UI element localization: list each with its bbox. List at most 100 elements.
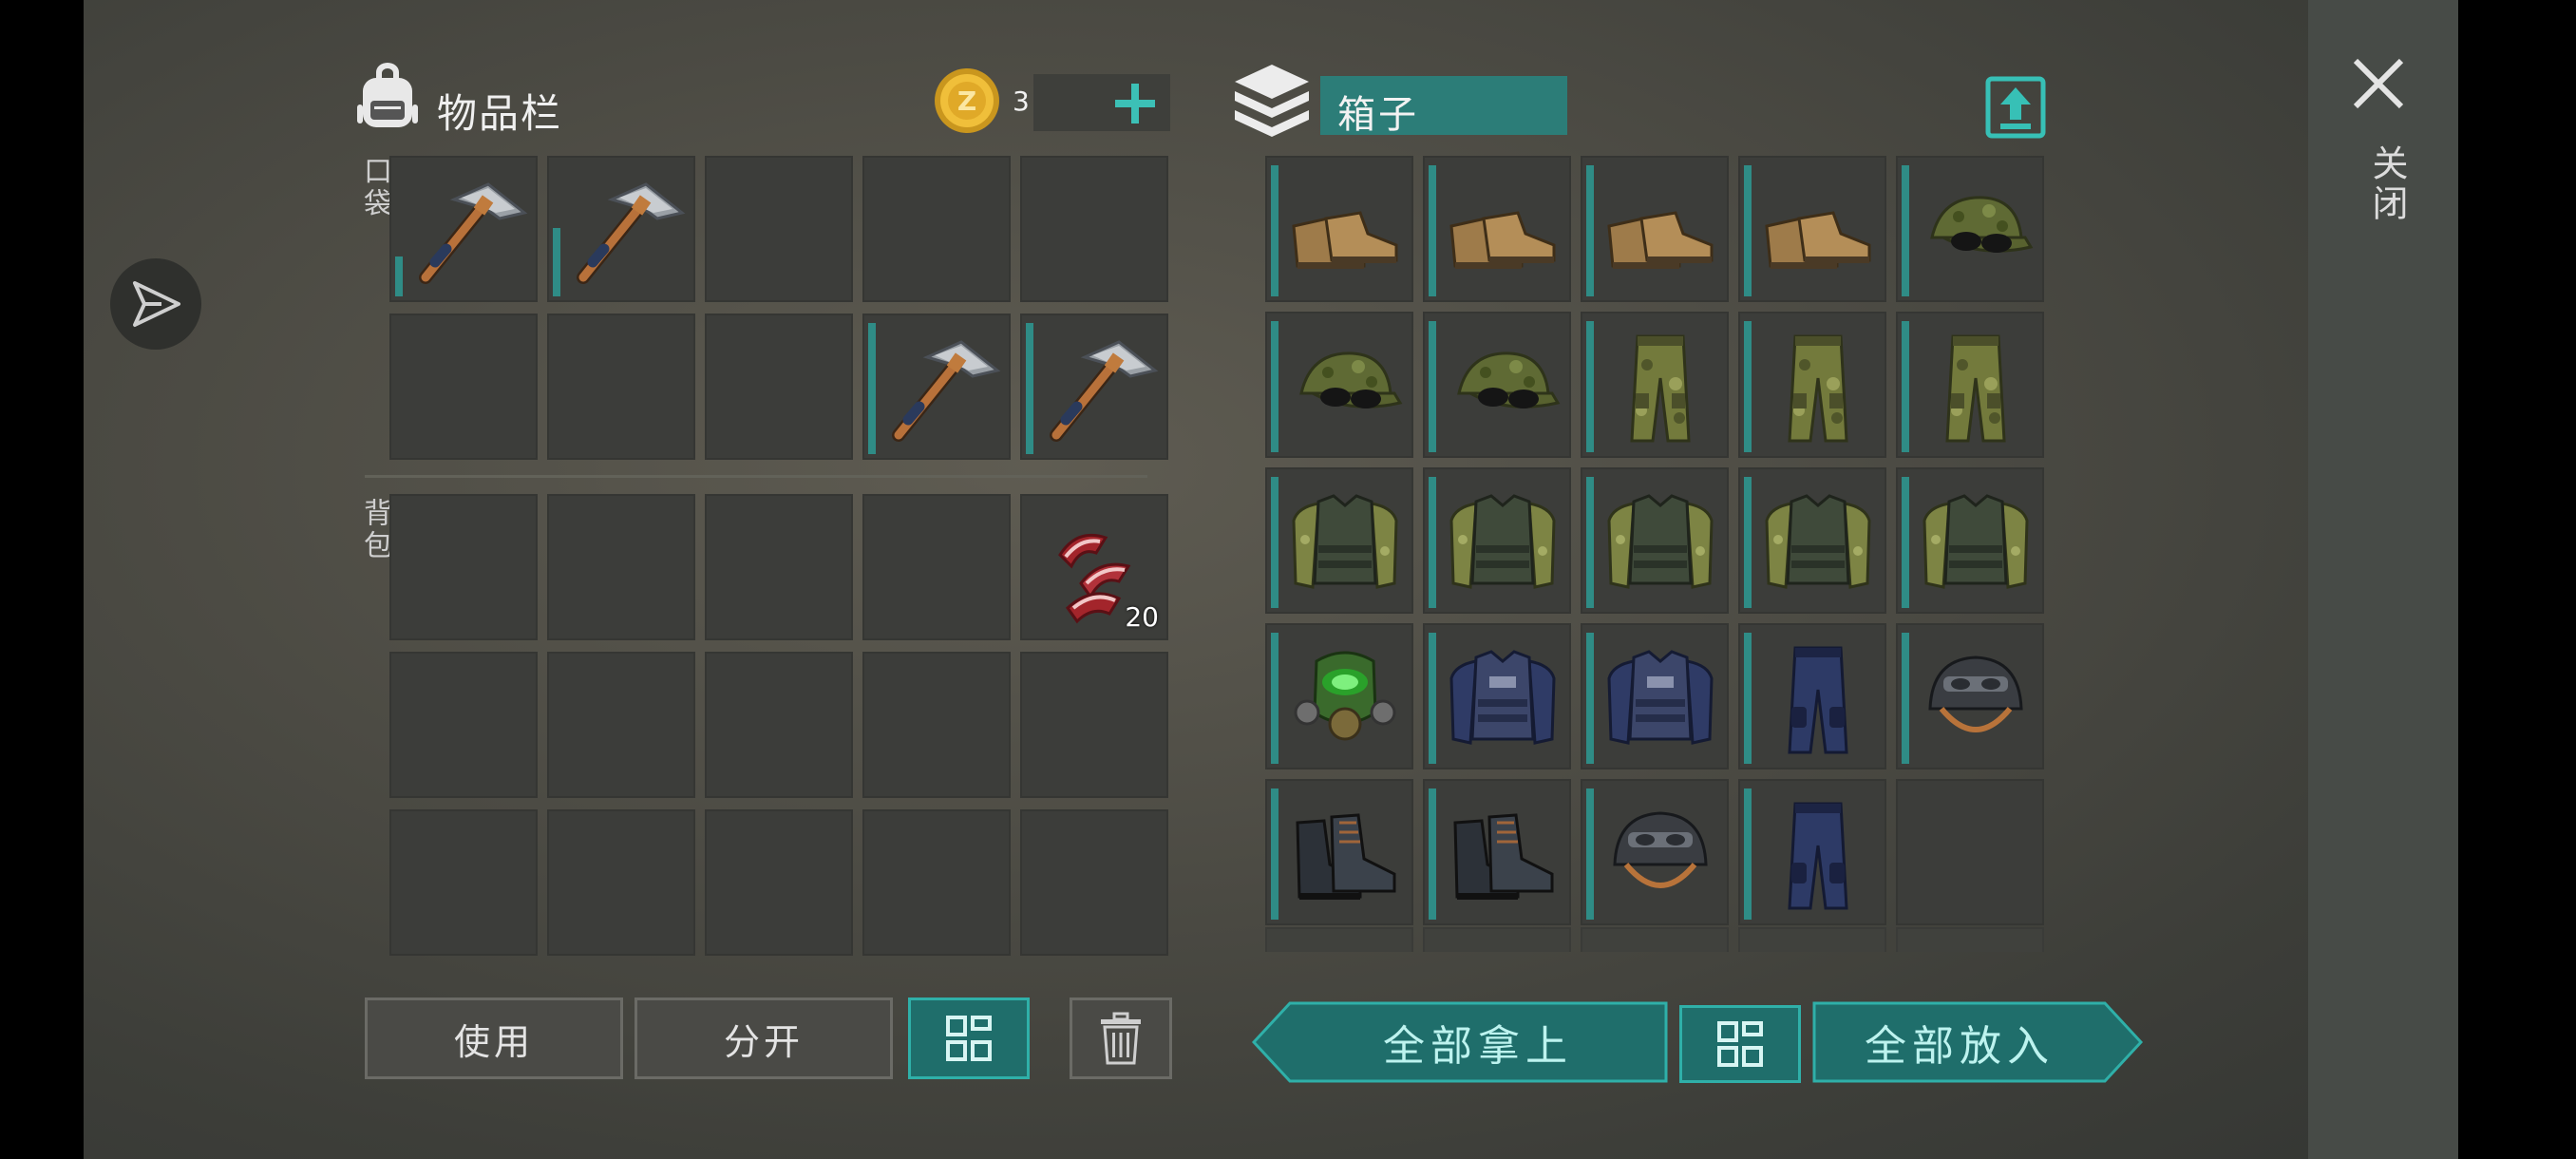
durability-bar xyxy=(1586,321,1594,452)
box-slot[interactable] xyxy=(1896,467,2044,614)
backpack-slot[interactable] xyxy=(389,652,538,798)
close-icon[interactable] xyxy=(2350,55,2407,112)
add-coins-button[interactable] xyxy=(1111,80,1159,127)
pocket-slot[interactable] xyxy=(1020,156,1168,302)
durability-bar xyxy=(868,323,876,454)
box-title: 箱子 xyxy=(1337,93,1419,137)
box-slot[interactable] xyxy=(1265,312,1413,458)
navigate-button[interactable] xyxy=(110,258,201,350)
durability-bar xyxy=(1429,633,1436,764)
backpack-slot[interactable] xyxy=(389,809,538,956)
box-slot[interactable] xyxy=(1738,312,1886,458)
sort-inventory-button[interactable] xyxy=(908,998,1030,1079)
grid-sort-icon xyxy=(946,1016,992,1061)
box-slot[interactable] xyxy=(1896,156,2044,302)
durability-bar xyxy=(1429,165,1436,296)
pocket-slot[interactable] xyxy=(705,314,853,460)
durability-bar xyxy=(553,228,560,296)
pocket-slot[interactable] xyxy=(705,156,853,302)
box-slot[interactable] xyxy=(1581,623,1729,770)
box-slot[interactable] xyxy=(1423,156,1571,302)
durability-bar xyxy=(1902,321,1909,452)
backpack-slot[interactable] xyxy=(547,809,695,956)
box-slot[interactable] xyxy=(1738,156,1886,302)
durability-bar xyxy=(1902,633,1909,764)
grid-sort-icon xyxy=(1717,1021,1763,1067)
box-slot[interactable] xyxy=(1423,467,1571,614)
box-slot[interactable] xyxy=(1896,623,2044,770)
durability-bar xyxy=(1586,477,1594,608)
durability-bar xyxy=(1586,633,1594,764)
durability-bar xyxy=(1271,321,1279,452)
durability-bar xyxy=(1744,633,1752,764)
box-title-bar: 箱子 xyxy=(1320,76,1567,137)
box-slot[interactable] xyxy=(1738,779,1886,925)
box-slot[interactable] xyxy=(1581,312,1729,458)
durability-bar xyxy=(1744,321,1752,452)
backpack-slot[interactable] xyxy=(862,809,1011,956)
backpack-slot[interactable]: 20 xyxy=(1020,494,1168,640)
box-icon xyxy=(1235,65,1309,137)
put-all-label: 全部放入 xyxy=(1865,1022,2055,1071)
durability-bar xyxy=(1744,165,1752,296)
box-slot[interactable] xyxy=(1738,623,1886,770)
backpack-slot[interactable] xyxy=(1020,652,1168,798)
box-slot[interactable] xyxy=(1581,467,1729,614)
backpack-slot[interactable] xyxy=(862,494,1011,640)
backpack-slot[interactable] xyxy=(705,809,853,956)
durability-bar xyxy=(1026,323,1033,454)
box-slot[interactable] xyxy=(1581,779,1729,925)
durability-bar xyxy=(1429,321,1436,452)
close-panel: 关闭 xyxy=(2308,0,2458,1159)
durability-bar xyxy=(1429,788,1436,920)
box-slot[interactable] xyxy=(1896,779,2044,925)
backpack-slot[interactable] xyxy=(1020,809,1168,956)
box-slot[interactable] xyxy=(1265,623,1413,770)
delete-button[interactable] xyxy=(1070,998,1172,1079)
pocket-slot[interactable] xyxy=(547,314,695,460)
send-arrow-icon xyxy=(133,281,180,327)
pocket-slot[interactable] xyxy=(862,314,1011,460)
box-slot[interactable] xyxy=(1265,156,1413,302)
durability-bar xyxy=(1744,477,1752,608)
box-slot[interactable] xyxy=(1423,779,1571,925)
use-button[interactable]: 使用 xyxy=(365,998,623,1079)
durability-bar xyxy=(1271,633,1279,764)
pocket-slot[interactable] xyxy=(1020,314,1168,460)
backpack-slot[interactable] xyxy=(547,652,695,798)
game-screen: 物品栏 Z 3 口袋 背包 20 使用 分开 箱子 全部拿上 全部放入 xyxy=(84,0,2458,1159)
pocket-slot[interactable] xyxy=(389,156,538,302)
coin-count: 3 xyxy=(1013,86,1030,117)
split-button[interactable]: 分开 xyxy=(635,998,893,1079)
backpack-slot[interactable] xyxy=(705,652,853,798)
upload-button[interactable] xyxy=(1985,76,2046,139)
durability-bar xyxy=(1429,477,1436,608)
sort-box-button[interactable] xyxy=(1679,1005,1801,1083)
durability-bar xyxy=(1271,165,1279,296)
box-slot[interactable] xyxy=(1738,467,1886,614)
pocket-slot[interactable] xyxy=(862,156,1011,302)
box-slot[interactable] xyxy=(1581,156,1729,302)
durability-bar xyxy=(1271,788,1279,920)
box-slot[interactable] xyxy=(1896,312,2044,458)
section-divider xyxy=(365,475,1147,478)
pocket-slot[interactable] xyxy=(389,314,538,460)
svg-text:Z: Z xyxy=(957,86,976,117)
pocket-slot[interactable] xyxy=(547,156,695,302)
put-all-button[interactable]: 全部放入 xyxy=(1812,1001,2143,1083)
box-slot[interactable] xyxy=(1423,312,1571,458)
box-slot[interactable] xyxy=(1265,467,1413,614)
backpack-icon xyxy=(357,63,418,127)
take-all-button[interactable]: 全部拿上 xyxy=(1252,1001,1668,1083)
box-slot[interactable] xyxy=(1423,623,1571,770)
backpack-slot[interactable] xyxy=(547,494,695,640)
durability-bar xyxy=(1902,165,1909,296)
backpack-slot[interactable] xyxy=(389,494,538,640)
box-slot[interactable] xyxy=(1265,779,1413,925)
backpack-slot[interactable] xyxy=(705,494,853,640)
trash-icon xyxy=(1101,1012,1141,1065)
durability-bar xyxy=(1902,477,1909,608)
close-label[interactable]: 关闭 xyxy=(2361,144,2414,224)
backpack-slot[interactable] xyxy=(862,652,1011,798)
coin-icon: Z xyxy=(935,68,999,133)
